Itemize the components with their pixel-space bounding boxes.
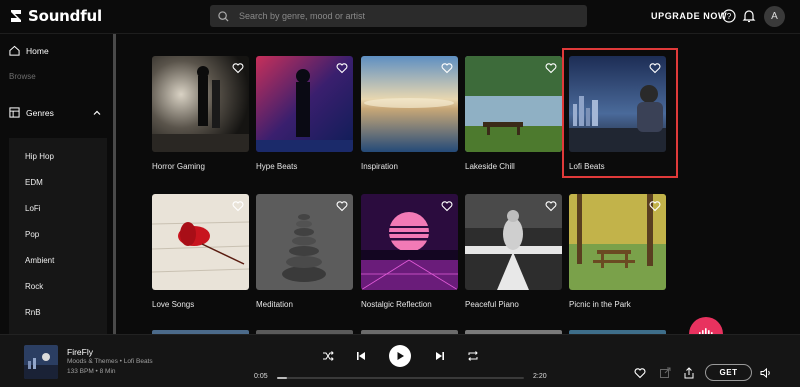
soundful-logo-icon xyxy=(11,10,21,22)
heart-icon[interactable] xyxy=(336,62,348,74)
search-icon xyxy=(218,10,229,22)
search-bar[interactable] xyxy=(210,5,587,27)
shuffle-icon[interactable] xyxy=(322,350,334,362)
logo[interactable]: Soundful xyxy=(8,7,102,25)
card-title: Inspiration xyxy=(361,162,398,171)
sidebar-section-browse: Browse xyxy=(9,72,36,81)
logo-text: Soundful xyxy=(28,7,102,25)
heart-icon[interactable] xyxy=(649,200,661,212)
avatar[interactable]: A xyxy=(764,6,785,27)
selection-highlight xyxy=(562,48,678,178)
heart-icon[interactable] xyxy=(232,62,244,74)
track-title: FireFly xyxy=(67,347,93,357)
progress-bar[interactable] xyxy=(277,377,524,379)
heart-icon[interactable] xyxy=(232,200,244,212)
sidebar-item-genres[interactable]: Genres xyxy=(9,107,101,118)
next-icon[interactable] xyxy=(434,350,446,362)
bell-icon[interactable] xyxy=(742,9,756,23)
card-title: Picnic in the Park xyxy=(569,300,631,309)
upgrade-button[interactable]: UPGRADE NOW xyxy=(651,11,727,21)
share-icon[interactable] xyxy=(683,367,695,379)
genre-item-rnb[interactable]: RnB xyxy=(25,308,41,317)
genre-list: Hip Hop EDM LoFi Pop Ambient Rock RnB xyxy=(9,138,107,334)
track-meta: 133 BPM • 8 Min xyxy=(67,368,116,375)
heart-icon[interactable] xyxy=(441,200,453,212)
play-button[interactable] xyxy=(389,345,411,367)
time-current: 0:05 xyxy=(254,373,268,380)
help-icon[interactable]: ? xyxy=(722,9,736,23)
card-title: Horror Gaming xyxy=(152,162,205,171)
card-title: Nostalgic Reflection xyxy=(361,300,432,309)
genre-item-edm[interactable]: EDM xyxy=(25,178,43,187)
genre-item-lofi[interactable]: LoFi xyxy=(25,204,41,213)
genre-item-ambient[interactable]: Ambient xyxy=(25,256,54,265)
track-artwork xyxy=(24,345,58,379)
heart-icon[interactable] xyxy=(545,200,557,212)
heart-icon[interactable] xyxy=(336,200,348,212)
genre-item-pop[interactable]: Pop xyxy=(25,230,39,239)
heart-icon[interactable] xyxy=(634,367,646,379)
search-input[interactable] xyxy=(239,11,559,21)
repeat-icon[interactable] xyxy=(467,350,479,362)
genre-item-hip-hop[interactable]: Hip Hop xyxy=(25,152,54,161)
time-total: 2:20 xyxy=(533,373,547,380)
card-title: Lakeside Chill xyxy=(465,162,515,171)
sidebar-item-label: Genres xyxy=(26,107,54,118)
app-root: Soundful UPGRADE NOW ? A Home Brows xyxy=(0,0,800,387)
top-header: Soundful UPGRADE NOW ? A xyxy=(0,0,800,34)
card-title: Meditation xyxy=(256,300,293,309)
sidebar-item-label: Home xyxy=(26,45,49,56)
svg-text:?: ? xyxy=(727,12,732,21)
heart-icon[interactable] xyxy=(441,62,453,74)
track-subtitle: Moods & Themes • Lofi Beats xyxy=(67,358,153,365)
sidebar-scrollbar[interactable] xyxy=(113,34,116,334)
volume-icon[interactable] xyxy=(760,367,772,379)
sidebar: Home Browse Genres Hip Hop EDM LoFi Pop … xyxy=(0,34,108,334)
home-icon xyxy=(9,45,20,56)
external-link-icon[interactable] xyxy=(659,367,671,379)
play-icon xyxy=(397,352,404,360)
chevron-up-icon[interactable] xyxy=(93,109,101,117)
card-title: Peaceful Piano xyxy=(465,300,519,309)
player-bar: FireFly Moods & Themes • Lofi Beats 133 … xyxy=(0,334,800,387)
card-title: Hype Beats xyxy=(256,162,298,171)
grid-icon xyxy=(9,107,20,118)
heart-icon[interactable] xyxy=(545,62,557,74)
get-button[interactable]: GET xyxy=(705,364,752,381)
progress-fill xyxy=(277,377,287,379)
previous-icon[interactable] xyxy=(355,350,367,362)
card-title: Love Songs xyxy=(152,300,195,309)
sidebar-item-home[interactable]: Home xyxy=(9,45,49,56)
genre-item-rock[interactable]: Rock xyxy=(25,282,43,291)
